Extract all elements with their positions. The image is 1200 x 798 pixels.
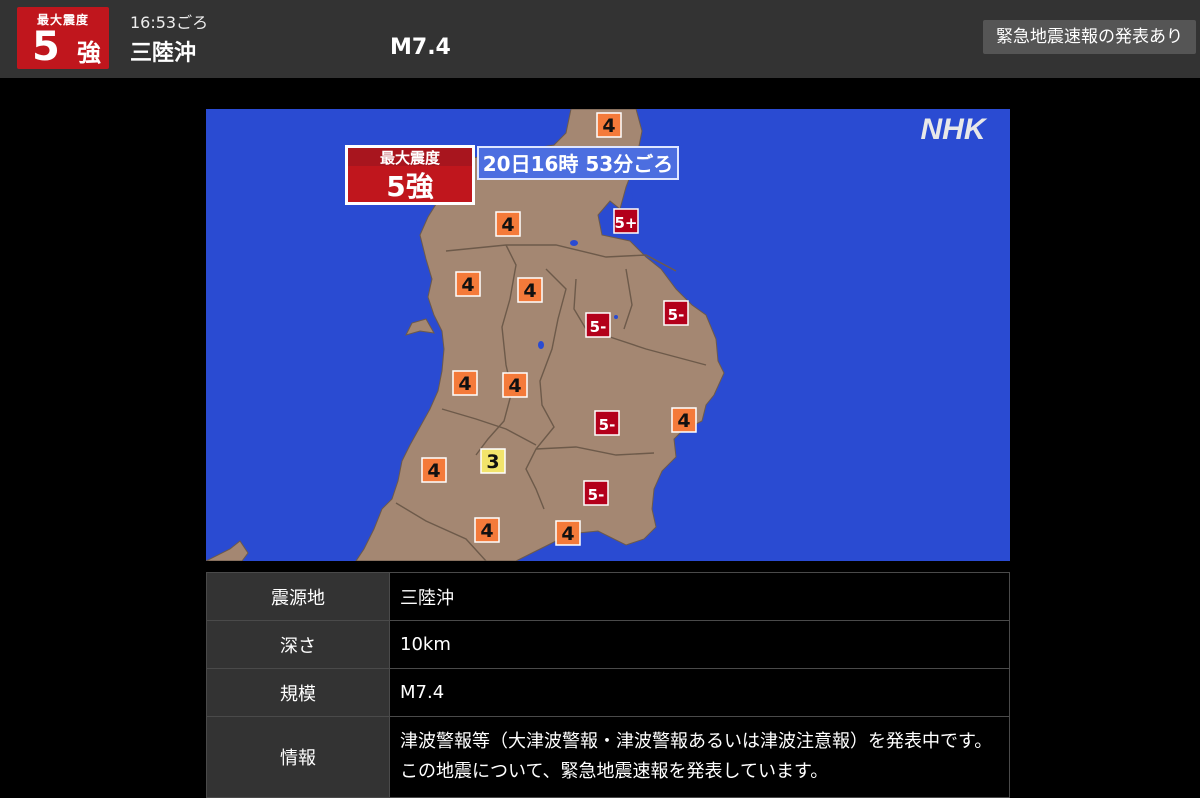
table-row: 深さ 10km (206, 620, 1010, 669)
intensity-marker-label: 4 (561, 523, 574, 545)
map-overlay-label: 最大震度 (380, 149, 441, 167)
table-row: 情報 津波警報等（大津波警報・津波警報あるいは津波注意報）を発表中です。この地震… (206, 716, 1010, 798)
magnitude: M7.4 (390, 35, 451, 60)
intensity-marker: 4 (495, 211, 521, 237)
row-value-info: 津波警報等（大津波警報・津波警報あるいは津波注意報）を発表中です。この地震につい… (389, 716, 1010, 798)
badge-label: 最大震度 (36, 13, 89, 27)
intensity-marker: 5+ (613, 208, 639, 234)
intensity-marker: 5- (594, 410, 620, 436)
lake (614, 315, 618, 319)
quake-info-table: 震源地 三陸沖 深さ 10km 規模 M7.4 情報 津波警報等（大津波警報・津… (206, 572, 1010, 798)
intensity-marker-label: 4 (602, 115, 615, 137)
emergency-alert-button[interactable]: 緊急地震速報の発表あり (983, 20, 1196, 54)
intensity-marker-label: 4 (427, 460, 440, 482)
row-label-magnitude: 規模 (206, 668, 390, 717)
quake-time: 16:53ごろ (130, 13, 209, 32)
map-max-intensity-box: 最大震度 5強 (345, 145, 475, 205)
map-time-box: 20日16時 53分ごろ (477, 146, 679, 180)
map-overlay-intensity: 5強 (386, 170, 433, 203)
row-value-magnitude: M7.4 (389, 668, 1010, 717)
intensity-marker: 5- (585, 312, 611, 338)
badge-intensity-number: 5 (32, 24, 60, 70)
top-bar: 最大震度 5 強 16:53ごろ 三陸沖 M7.4 緊急地震速報の発表あり (0, 0, 1200, 78)
intensity-marker-label: 5- (668, 306, 685, 324)
intensity-marker-label: 5- (590, 318, 607, 336)
intensity-marker: 4 (474, 517, 500, 543)
intensity-marker-label: 4 (480, 520, 493, 542)
intensity-marker: 4 (555, 520, 581, 546)
intensity-marker: 4 (455, 271, 481, 297)
lake (627, 193, 633, 205)
row-label-depth: 深さ (206, 620, 390, 669)
table-row: 規模 M7.4 (206, 668, 1010, 717)
row-value-depth: 10km (389, 620, 1010, 669)
intensity-marker: 4 (517, 277, 543, 303)
intensity-marker: 4 (452, 370, 478, 396)
intensity-marker: 4 (596, 112, 622, 138)
table-row: 震源地 三陸沖 (206, 572, 1010, 621)
intensity-marker-label: 5- (588, 486, 605, 504)
max-intensity-badge: 最大震度 5 強 (17, 7, 109, 69)
lake (570, 240, 578, 246)
intensity-marker-label: 4 (461, 274, 474, 296)
intensity-marker-label: 4 (677, 410, 690, 432)
intensity-map[interactable]: NHK 最大震度 5強 20日16時 53分ごろ 4 4 5+ 4 4 5- 5- 4 4 5- 4… (206, 109, 1010, 561)
intensity-marker-label: 4 (523, 280, 536, 302)
intensity-marker: 4 (421, 457, 447, 483)
intensity-marker: 4 (502, 372, 528, 398)
map-svg: NHK 最大震度 5強 20日16時 53分ごろ 4 4 5+ 4 4 5- 5- 4 4 5- 4… (206, 109, 1010, 561)
intensity-marker-label: 4 (508, 375, 521, 397)
row-label-info: 情報 (206, 716, 390, 798)
lake (538, 341, 544, 349)
intensity-marker-label: 3 (486, 451, 499, 473)
epicenter-location: 三陸沖 (130, 41, 197, 66)
intensity-marker-label: 5+ (614, 214, 637, 232)
intensity-marker: 4 (671, 407, 697, 433)
intensity-marker: 5- (583, 480, 609, 506)
intensity-marker: 3 (480, 448, 506, 474)
intensity-marker-label: 4 (458, 373, 471, 395)
map-overlay-time: 20日16時 53分ごろ (483, 152, 673, 176)
intensity-marker-label: 4 (501, 214, 514, 236)
row-label-epicenter: 震源地 (206, 572, 390, 621)
row-value-epicenter: 三陸沖 (389, 572, 1010, 621)
intensity-marker: 5- (663, 300, 689, 326)
intensity-marker-label: 5- (599, 416, 616, 434)
nhk-logo: NHK (921, 113, 988, 146)
badge-intensity-suffix: 強 (77, 39, 101, 67)
